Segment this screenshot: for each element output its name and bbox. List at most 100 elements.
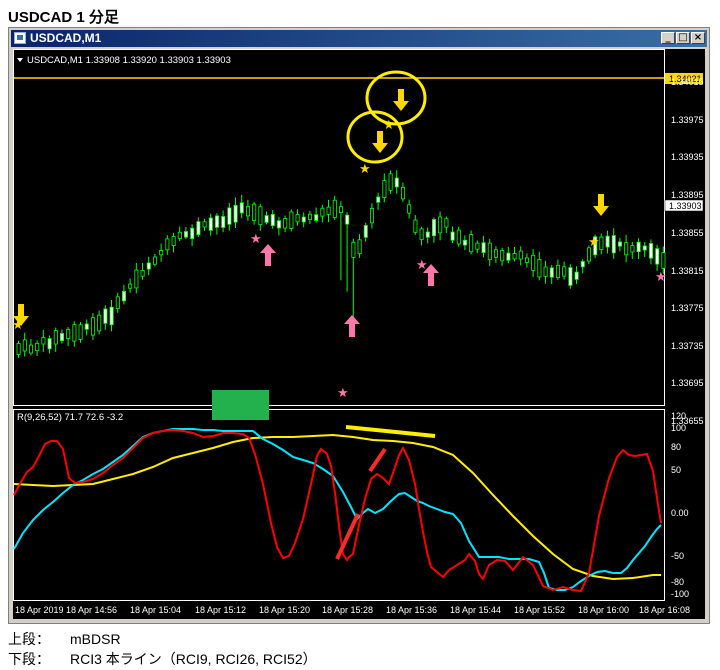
candle-body (22, 339, 27, 352)
price-panel-frame (13, 49, 665, 406)
candle-body (134, 269, 139, 289)
candle-body (28, 344, 33, 354)
up-arrow-icon (344, 315, 360, 337)
candle-body (481, 242, 486, 253)
candle-body (289, 211, 294, 229)
rci-panel-frame (13, 409, 665, 601)
candle-body (574, 271, 579, 280)
rci-tick: 50 (671, 465, 681, 475)
candle-body (475, 242, 480, 250)
rci-tick: 120 (671, 411, 686, 421)
candle-body (109, 306, 114, 326)
candle-body (122, 290, 127, 302)
down-arrow-icon (593, 194, 609, 216)
annotation-circle (346, 110, 404, 164)
price-tick: 1.33895 (671, 190, 704, 200)
buy-signal-star-icon: ★ (588, 234, 600, 249)
candle-body (376, 196, 381, 203)
annotation-trendline (345, 425, 436, 438)
time-tick: 18 Apr 2019 (15, 605, 64, 615)
candle-body (338, 206, 343, 213)
candle-body (227, 207, 232, 225)
candle-body (363, 225, 368, 238)
candle-body (214, 215, 219, 228)
down-arrow-icon (393, 89, 409, 111)
candle-body (618, 241, 623, 247)
candle-body (16, 343, 21, 355)
candle-body (202, 221, 207, 228)
window-title: USDCAD,M1 (30, 31, 102, 45)
chart-area[interactable]: USDCAD,M1 1.33908 1.33920 1.33903 1.3390… (12, 49, 705, 619)
candle-body (91, 317, 96, 336)
candle-body (66, 329, 71, 339)
candle-body (525, 257, 530, 263)
window-titlebar[interactable]: USDCAD,M1 _ □ × (11, 30, 707, 47)
candle-body (512, 253, 517, 260)
candle-body (456, 229, 461, 245)
candle-body (537, 259, 542, 278)
rci-panel: R(9,26,52) 71.7 72.6 -3.2 120 100 80 50 … (13, 411, 689, 599)
maximize-button[interactable]: □ (676, 32, 690, 44)
price-tick: 1.33815 (671, 266, 704, 276)
dropdown-triangle-icon[interactable] (17, 58, 23, 62)
candle-body (97, 314, 102, 332)
signal-markers: ★ ★ ★ ★ ★ ★ ★ ★ (12, 70, 667, 400)
candle-body (611, 235, 616, 254)
candle-body (630, 245, 635, 253)
rci9-line (13, 428, 662, 593)
candle-body (493, 249, 498, 258)
candle-body (419, 228, 424, 241)
minimize-button[interactable]: _ (661, 32, 675, 44)
candle-body (41, 337, 46, 345)
caption-label: 下段： (8, 651, 50, 667)
annotation-circle (365, 70, 427, 126)
candle-body (369, 208, 374, 224)
candle-body (531, 254, 536, 271)
chart-svg[interactable]: USDCAD,M1 1.33908 1.33920 1.33903 1.3390… (12, 49, 705, 619)
candle-body (549, 267, 554, 278)
up-arrow-icon (260, 244, 276, 266)
candle-body (413, 219, 418, 233)
rci-tick: 100 (671, 423, 686, 433)
candle-body (649, 243, 654, 259)
candle-body (72, 324, 77, 342)
candle-body (506, 252, 511, 261)
candle-body (469, 234, 474, 253)
candle-body (320, 207, 325, 217)
candle-body (190, 227, 195, 239)
close-button[interactable]: × (691, 32, 705, 44)
candle-body (425, 231, 430, 238)
candle-body (270, 214, 275, 227)
candle-body (624, 242, 629, 256)
caption-label: 上段： (8, 631, 50, 647)
candle-body (655, 248, 660, 265)
chart-window: USDCAD,M1 _ □ × USDCAD,M1 1.33908 1.3392… (8, 27, 710, 624)
sell-signal-star-icon: ★ (250, 231, 262, 246)
candle-body (140, 269, 145, 277)
annotation-trendline (368, 447, 387, 473)
candle-body (351, 241, 356, 258)
candle-body (258, 206, 263, 226)
candle-body (146, 262, 151, 270)
price-tick: 1.33775 (671, 303, 704, 313)
candle-body (239, 202, 244, 214)
candle-body (177, 231, 182, 239)
time-tick: 18 Apr 14:56 (66, 605, 117, 615)
candle-body (326, 206, 331, 215)
time-tick: 18 Apr 15:52 (514, 605, 565, 615)
candle-body (400, 186, 405, 200)
time-tick: 18 Apr 16:08 (639, 605, 690, 615)
candle-body (35, 342, 40, 352)
time-axis: 18 Apr 2019 18 Apr 14:56 18 Apr 15:04 18… (15, 605, 690, 615)
page-title: USDCAD 1 分足 (8, 9, 119, 26)
candle-body (599, 236, 604, 250)
candle-body (562, 266, 567, 277)
candle-body (233, 204, 238, 223)
rci-tick: -50 (671, 551, 684, 561)
candle-body (165, 238, 170, 251)
candle-body (295, 213, 300, 223)
candle-body (103, 308, 108, 324)
candle-body (661, 252, 666, 269)
candle-body (78, 324, 83, 340)
caption-text: RCI3 本ライン（RCI9, RCI26, RCI52） (70, 651, 317, 667)
